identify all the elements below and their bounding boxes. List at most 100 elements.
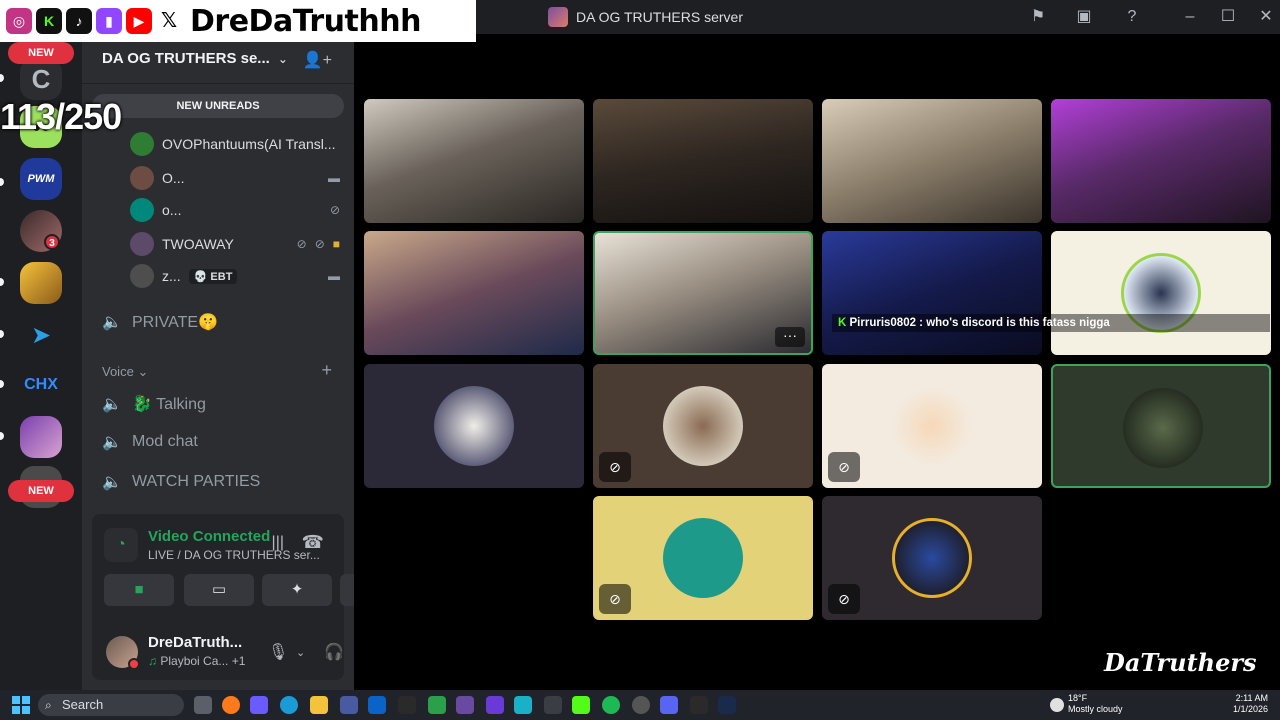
speaker-icon: 🔈 xyxy=(102,396,122,413)
new-badge-bottom[interactable]: NEW xyxy=(8,480,74,502)
weather-widget[interactable]: 18°F Mostly cloudy xyxy=(1068,693,1123,715)
invite-people-icon[interactable]: 👤+ xyxy=(303,50,332,70)
video-tile-cam-2[interactable] xyxy=(593,99,813,223)
avatar xyxy=(892,386,972,466)
start-button[interactable] xyxy=(12,696,30,714)
spotify-icon[interactable] xyxy=(602,696,620,714)
video-tile-avatar-11[interactable]: ⊘ xyxy=(822,364,1042,488)
taskbar-search[interactable]: ⌕ Search xyxy=(38,694,184,716)
app-icon[interactable] xyxy=(514,696,532,714)
maximize-icon[interactable]: ☐ xyxy=(1218,7,1238,27)
microphone-icon[interactable]: 🎙 xyxy=(268,642,288,662)
discord-icon[interactable] xyxy=(660,696,678,714)
headphones-icon[interactable]: 🎧 xyxy=(324,642,344,662)
steam-icon[interactable] xyxy=(718,696,736,714)
unread-dot xyxy=(0,178,4,186)
firefox-icon[interactable] xyxy=(222,696,240,714)
edge-icon[interactable] xyxy=(280,696,298,714)
voice-user[interactable]: O... ▬ xyxy=(130,166,340,190)
telegram-server-icon[interactable]: ➤ xyxy=(20,314,62,356)
minimize-icon[interactable]: – xyxy=(1180,7,1200,27)
more-options-icon[interactable]: ··· xyxy=(775,327,805,347)
channel-mod-chat[interactable]: 🔈 Mod chat xyxy=(102,432,198,452)
help-icon[interactable]: ? xyxy=(1122,7,1142,27)
video-tile-cam-3[interactable] xyxy=(822,99,1042,223)
server-icon-king[interactable] xyxy=(20,262,62,304)
video-tile-cam-1[interactable] xyxy=(364,99,584,223)
copilot-icon[interactable] xyxy=(250,696,268,714)
connection-signal-icon[interactable]: ◔ xyxy=(104,528,138,562)
app-icon[interactable] xyxy=(544,696,562,714)
new-unreads-banner[interactable]: NEW UNREADS xyxy=(92,94,344,118)
chevron-down-icon[interactable]: ⌄ xyxy=(296,646,305,659)
avatar xyxy=(663,386,743,466)
voice-user-name: o... xyxy=(162,202,182,218)
app-icon[interactable] xyxy=(486,696,504,714)
channel-sidebar: DA OG TRUTHERS se... ⌄ 👤+ NEW UNREADS OV… xyxy=(82,34,408,690)
chevron-down-icon: ⌄ xyxy=(277,51,288,66)
video-tile-avatar-12[interactable] xyxy=(1051,364,1271,488)
voice-status[interactable]: Video Connected xyxy=(148,528,270,545)
server-icon-pwm[interactable]: PWM xyxy=(20,158,62,200)
speaker-locked-icon: 🔈 xyxy=(102,474,122,491)
disconnect-icon[interactable]: ☎ xyxy=(302,532,324,553)
clock-date: 1/1/2026 xyxy=(1232,704,1268,714)
server-icon-chx[interactable]: CHX xyxy=(20,364,62,406)
video-tile-cam-7[interactable] xyxy=(822,231,1042,355)
video-tile-avatar-14[interactable]: ⊘ xyxy=(822,496,1042,620)
system-clock[interactable]: 2:11 AM 1/1/2026 xyxy=(1228,693,1268,715)
obs-icon[interactable] xyxy=(632,696,650,714)
video-tile-cam-5[interactable] xyxy=(364,231,584,355)
app-icon[interactable] xyxy=(690,696,708,714)
voice-user[interactable]: OVOPhantuums(AI Transl... xyxy=(130,132,340,156)
video-tile-avatar-8[interactable] xyxy=(1051,231,1271,355)
noise-suppression-icon[interactable]: ||| xyxy=(272,534,284,552)
activities-button[interactable]: ✦ xyxy=(262,574,332,606)
new-badge-top[interactable]: NEW xyxy=(8,42,74,64)
weather-icon[interactable] xyxy=(1050,698,1064,712)
username[interactable]: DreDaTruth... xyxy=(148,634,248,651)
voice-user[interactable]: z... 💀 EBT ▬ xyxy=(130,264,340,288)
video-tile-cam-6[interactable]: ··· xyxy=(593,231,813,355)
channel-watch-parties[interactable]: 🔈 WATCH PARTIES xyxy=(102,472,260,492)
app-icon[interactable] xyxy=(398,696,416,714)
task-view-icon[interactable] xyxy=(194,696,212,714)
create-channel-icon[interactable]: + xyxy=(321,360,332,381)
window-title: DA OG TRUTHERS server xyxy=(576,9,743,25)
voice-category[interactable]: Voice ⌄ xyxy=(102,364,148,380)
app-icon[interactable] xyxy=(428,696,446,714)
camera-toggle-button[interactable]: ■ xyxy=(104,574,174,606)
avatar xyxy=(130,198,154,222)
voice-user[interactable]: TWOAWAY ⊘ ⊘ ■ xyxy=(130,232,340,256)
store-icon[interactable] xyxy=(340,696,358,714)
tiktok-icon: ♪ xyxy=(66,8,92,34)
video-tile-avatar-10[interactable]: ⊘ xyxy=(593,364,813,488)
avatar xyxy=(130,264,154,288)
server-thumbnail-icon xyxy=(548,7,568,27)
voice-user-name: z... xyxy=(162,268,181,284)
video-tile-avatar-13[interactable]: ⊘ xyxy=(593,496,813,620)
close-icon[interactable]: ✕ xyxy=(1256,7,1276,27)
channel-label: Mod chat xyxy=(132,433,198,450)
screen-share-button[interactable]: ▭ xyxy=(184,574,254,606)
avatar xyxy=(130,232,154,256)
inbox-icon[interactable]: ▣ xyxy=(1074,7,1094,27)
avatar xyxy=(1123,388,1203,468)
video-tile-avatar-9[interactable] xyxy=(364,364,584,488)
server-icon-purple[interactable] xyxy=(20,416,62,458)
video-tile-cam-4[interactable] xyxy=(1051,99,1271,223)
user-tag: 💀 EBT xyxy=(188,268,238,284)
channel-talking[interactable]: 🔈 🐉 Talking xyxy=(102,394,206,414)
outlook-icon[interactable] xyxy=(368,696,386,714)
kick-icon[interactable] xyxy=(572,696,590,714)
voice-connection-panel: ◔ Video Connected LIVE / DA OG TRUTHERS … xyxy=(92,514,408,624)
app-icon[interactable] xyxy=(456,696,474,714)
file-explorer-icon[interactable] xyxy=(310,696,328,714)
inbox-flag-icon[interactable]: ⚑ xyxy=(1028,7,1048,27)
avatar xyxy=(130,166,154,190)
unread-dot xyxy=(0,278,4,286)
server-icon-c[interactable]: C xyxy=(20,58,62,100)
mic-muted-icon: ⊘ xyxy=(599,584,631,614)
channel-private[interactable]: 🔈 PRIVATE🤫 xyxy=(102,312,218,332)
voice-user[interactable]: o... ⊘ xyxy=(130,198,340,222)
